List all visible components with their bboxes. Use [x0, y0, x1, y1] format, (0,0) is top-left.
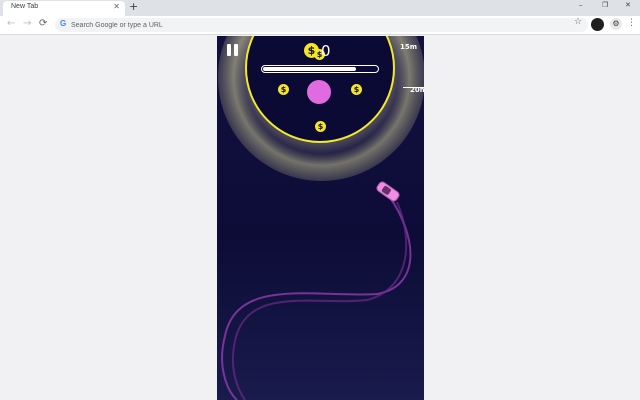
distance-marker-20m: 20m: [410, 86, 424, 94]
trail-path-outer: [221, 195, 412, 400]
tab-strip: New Tab ✕ + – ❐ ✕: [0, 0, 640, 16]
close-window-icon[interactable]: ✕: [625, 1, 631, 9]
restore-icon[interactable]: ❐: [602, 1, 608, 9]
coin-right: $: [351, 84, 362, 95]
progress-bar: [261, 65, 379, 73]
minimize-icon[interactable]: –: [579, 1, 583, 9]
forward-icon[interactable]: →: [23, 18, 31, 29]
google-icon: G: [60, 19, 67, 28]
back-icon[interactable]: ←: [7, 18, 15, 29]
close-tab-icon[interactable]: ✕: [113, 2, 120, 11]
reload-icon[interactable]: ⟳: [39, 18, 47, 29]
menu-icon[interactable]: ⋮: [627, 18, 636, 28]
tab-title: New Tab: [11, 3, 39, 10]
trail-path-inner: [231, 201, 408, 400]
game-canvas[interactable]: $ $ 0 $ $ $ 15m 20m: [217, 36, 424, 400]
new-tab-button[interactable]: +: [129, 0, 138, 13]
browser-toolbar: ← → ⟳ G ☆ ⚙ ⋮: [0, 16, 640, 35]
address-input[interactable]: [71, 18, 551, 32]
player-orb: [307, 80, 331, 104]
profile-avatar[interactable]: [591, 18, 604, 31]
bookmark-star-icon[interactable]: ☆: [574, 17, 582, 27]
score-counter: 0: [321, 42, 331, 60]
omnibox[interactable]: G: [55, 18, 588, 32]
extensions-icon[interactable]: ⚙: [610, 18, 622, 30]
pause-bar-right: [234, 44, 238, 56]
tab-new-tab[interactable]: New Tab ✕: [3, 1, 125, 16]
distance-marker-15m: 15m: [400, 43, 418, 51]
coin-left: $: [278, 84, 289, 95]
coin-bottom: $: [315, 121, 326, 132]
pause-bar-left: [227, 44, 231, 56]
pause-button[interactable]: [226, 44, 240, 58]
progress-fill: [263, 67, 356, 71]
